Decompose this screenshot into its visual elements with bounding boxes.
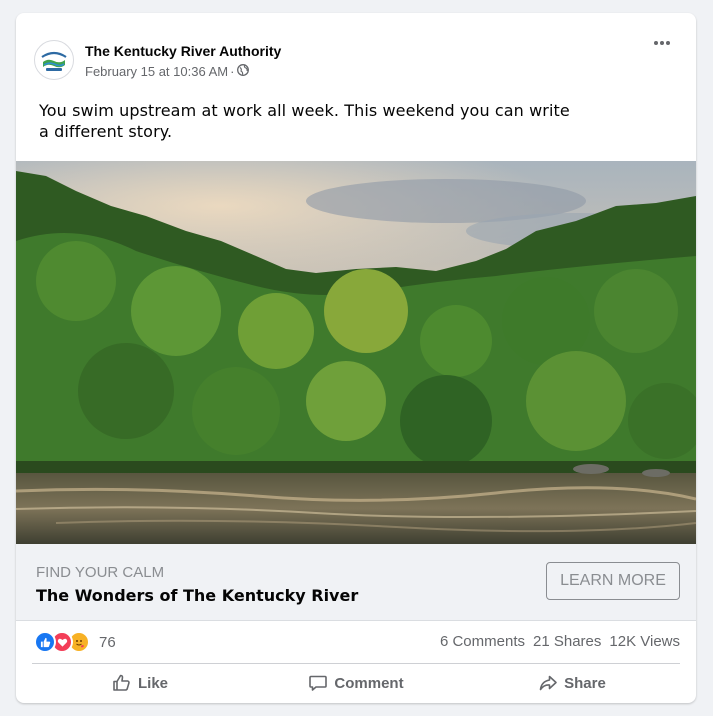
- comment-label: Comment: [334, 674, 404, 692]
- learn-more-button[interactable]: LEARN MORE: [546, 562, 680, 600]
- engagement-stats: 76 6 Comments 21 Shares 12K Views: [16, 621, 696, 663]
- page-avatar[interactable]: [34, 40, 74, 80]
- reactions-summary[interactable]: 76: [34, 631, 116, 653]
- more-dots-icon: [654, 41, 670, 45]
- post-text: You swim upstream at work all week. This…: [39, 101, 570, 141]
- share-icon: [539, 675, 557, 691]
- meta-separator: ·: [230, 64, 235, 79]
- comments-count[interactable]: 6 Comments: [440, 633, 525, 650]
- link-title[interactable]: The Wonders of The Kentucky River: [36, 586, 358, 605]
- page-name[interactable]: The Kentucky River Authority: [85, 43, 281, 59]
- share-button[interactable]: Share: [464, 665, 680, 701]
- post-meta: February 15 at 10:36 AM ·: [85, 64, 250, 79]
- views-count: 12K Views: [609, 633, 680, 650]
- kentucky-river-logo: [36, 42, 72, 78]
- link-caption: FIND YOUR CALM: [36, 564, 165, 581]
- post-card: The Kentucky River Authority February 15…: [16, 13, 696, 703]
- more-options-button[interactable]: [644, 31, 680, 55]
- post-photo[interactable]: [16, 161, 696, 544]
- post-date[interactable]: February 15 at 10:36 AM: [85, 64, 228, 79]
- link-preview[interactable]: FIND YOUR CALM The Wonders of The Kentuc…: [16, 544, 696, 621]
- engagement-counts: 6 Comments 21 Shares 12K Views: [440, 633, 680, 650]
- shares-count[interactable]: 21 Shares: [533, 633, 601, 650]
- reaction-count: 76: [99, 633, 116, 651]
- post-actions: Like Comment Share: [32, 665, 680, 701]
- like-label: Like: [137, 674, 168, 692]
- actions-divider: [32, 663, 680, 664]
- post-header: The Kentucky River Authority February 15…: [16, 13, 696, 93]
- like-reaction-icon: [34, 631, 56, 653]
- like-button[interactable]: Like: [32, 665, 248, 701]
- comment-button[interactable]: Comment: [248, 665, 464, 701]
- globe-icon: [237, 64, 250, 79]
- share-label: Share: [564, 674, 606, 692]
- comment-icon: [309, 675, 328, 691]
- thumbs-up-icon: [113, 674, 130, 691]
